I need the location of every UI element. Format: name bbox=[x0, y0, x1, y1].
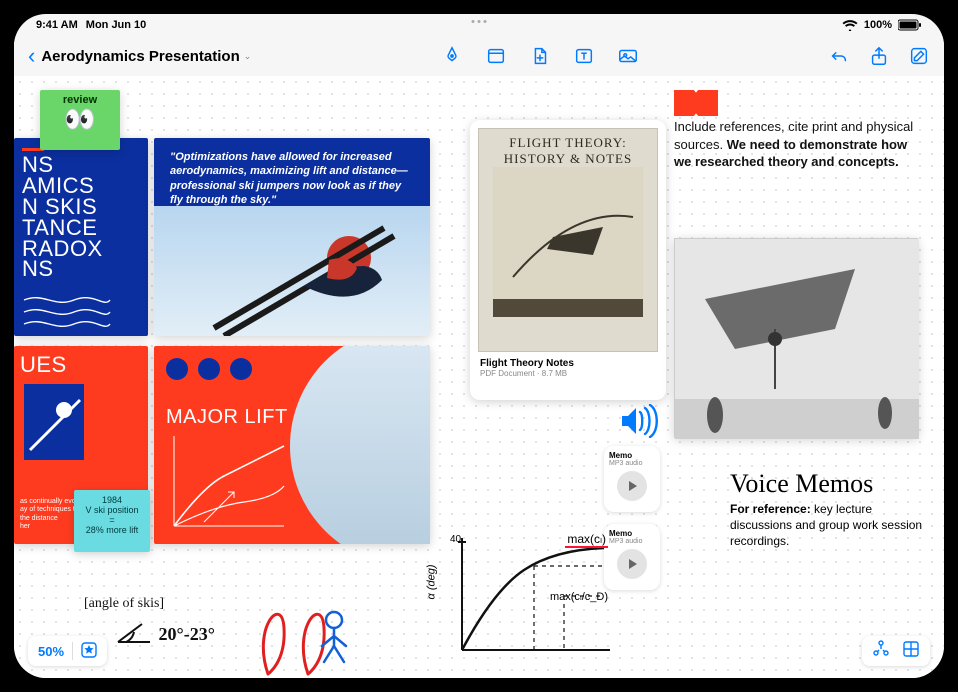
right-tool-group bbox=[828, 45, 930, 67]
note-tool-button[interactable] bbox=[485, 45, 507, 67]
app-toolbar: ‹ Aerodynamics Presentation ⌄ bbox=[14, 36, 944, 76]
document-meta: PDF Document · 8.7 MB bbox=[480, 369, 656, 378]
view-controls bbox=[862, 636, 930, 666]
ipad-frame: 9:41 AM Mon Jun 10 100% ‹ Aerodynamics P… bbox=[0, 0, 958, 692]
share-button[interactable] bbox=[868, 45, 890, 67]
document-thumbnail: FLIGHT THEORY:HISTORY & NOTES bbox=[478, 128, 658, 352]
angle-icon bbox=[114, 620, 154, 646]
references-text-block[interactable]: Include references, cite print and physi… bbox=[674, 118, 914, 171]
zoom-control[interactable]: 50% bbox=[28, 636, 107, 666]
book-icon bbox=[674, 90, 718, 120]
alpha-graph-sketch[interactable]: α (deg) 40 max(cₗ) max(cₗ/c_D) bbox=[434, 530, 614, 660]
sticky-note-review[interactable]: review 👀 bbox=[40, 90, 120, 150]
battery-icon bbox=[898, 19, 922, 31]
eyes-emoji-icon: 👀 bbox=[40, 106, 120, 132]
multitask-pill[interactable] bbox=[472, 20, 487, 23]
voice-memos-text-block[interactable]: Voice Memos For reference: key lecture d… bbox=[730, 466, 930, 550]
zoom-level[interactable]: 50% bbox=[38, 644, 64, 659]
status-time: 9:41 AM bbox=[36, 19, 78, 31]
audio-memo-1[interactable]: Memo MP3 audio bbox=[604, 446, 660, 512]
photo-hang-glider[interactable] bbox=[674, 238, 918, 438]
skier-thumbnail-icon bbox=[20, 380, 140, 490]
back-button[interactable]: ‹ bbox=[28, 43, 35, 69]
lift-graph-icon bbox=[164, 426, 294, 536]
poster-dynamics[interactable]: NSAMICSN SKISTANCERADOXNS bbox=[14, 138, 148, 336]
ski-jumper-illustration bbox=[154, 138, 430, 336]
voice-memos-heading: Voice Memos bbox=[730, 466, 930, 501]
screen: 9:41 AM Mon Jun 10 100% ‹ Aerodynamics P… bbox=[14, 14, 944, 678]
favorite-view-icon[interactable] bbox=[81, 642, 97, 661]
text-tool-button[interactable] bbox=[573, 45, 595, 67]
compose-button[interactable] bbox=[908, 45, 930, 67]
battery-percent: 100% bbox=[864, 19, 892, 31]
freeform-canvas[interactable]: NSAMICSN SKISTANCERADOXNS "Optimizations… bbox=[14, 76, 944, 678]
blue-skier-doodle[interactable] bbox=[304, 606, 364, 666]
pen-tool-button[interactable] bbox=[441, 45, 463, 67]
poster-quote-skijumper[interactable]: "Optimizations have allowed for increase… bbox=[154, 138, 430, 336]
early-plane-icon bbox=[493, 167, 643, 317]
undo-button[interactable] bbox=[828, 45, 850, 67]
board-title[interactable]: Aerodynamics Presentation bbox=[41, 48, 239, 65]
handwriting-angle-value[interactable]: 20°-23° bbox=[114, 620, 215, 646]
poster-major-lift[interactable]: MAJOR LIFT bbox=[154, 346, 430, 544]
center-tool-group bbox=[441, 45, 639, 67]
status-date: Mon Jun 10 bbox=[86, 19, 147, 31]
speaker-icon bbox=[618, 404, 658, 443]
file-tool-button[interactable] bbox=[529, 45, 551, 67]
status-bar: 9:41 AM Mon Jun 10 100% bbox=[14, 14, 944, 36]
airflow-waves-icon bbox=[22, 294, 112, 330]
sticky-note-vski[interactable]: 1984 V ski position = 28% more lift bbox=[74, 490, 150, 552]
document-name: Flight Theory Notes bbox=[480, 358, 656, 369]
grid-toggle-button[interactable] bbox=[902, 640, 920, 663]
wifi-icon bbox=[842, 19, 858, 31]
play-icon[interactable] bbox=[617, 549, 647, 579]
document-card-flight-theory[interactable]: FLIGHT THEORY:HISTORY & NOTES Flight The… bbox=[470, 120, 666, 400]
handwriting-angle-label[interactable]: [angle of skis] bbox=[84, 596, 164, 612]
navigator-button[interactable] bbox=[872, 640, 890, 663]
glider-photo-illustration bbox=[675, 239, 919, 439]
play-icon[interactable] bbox=[617, 471, 647, 501]
media-tool-button[interactable] bbox=[617, 45, 639, 67]
title-menu-chevron-icon[interactable]: ⌄ bbox=[244, 51, 252, 62]
